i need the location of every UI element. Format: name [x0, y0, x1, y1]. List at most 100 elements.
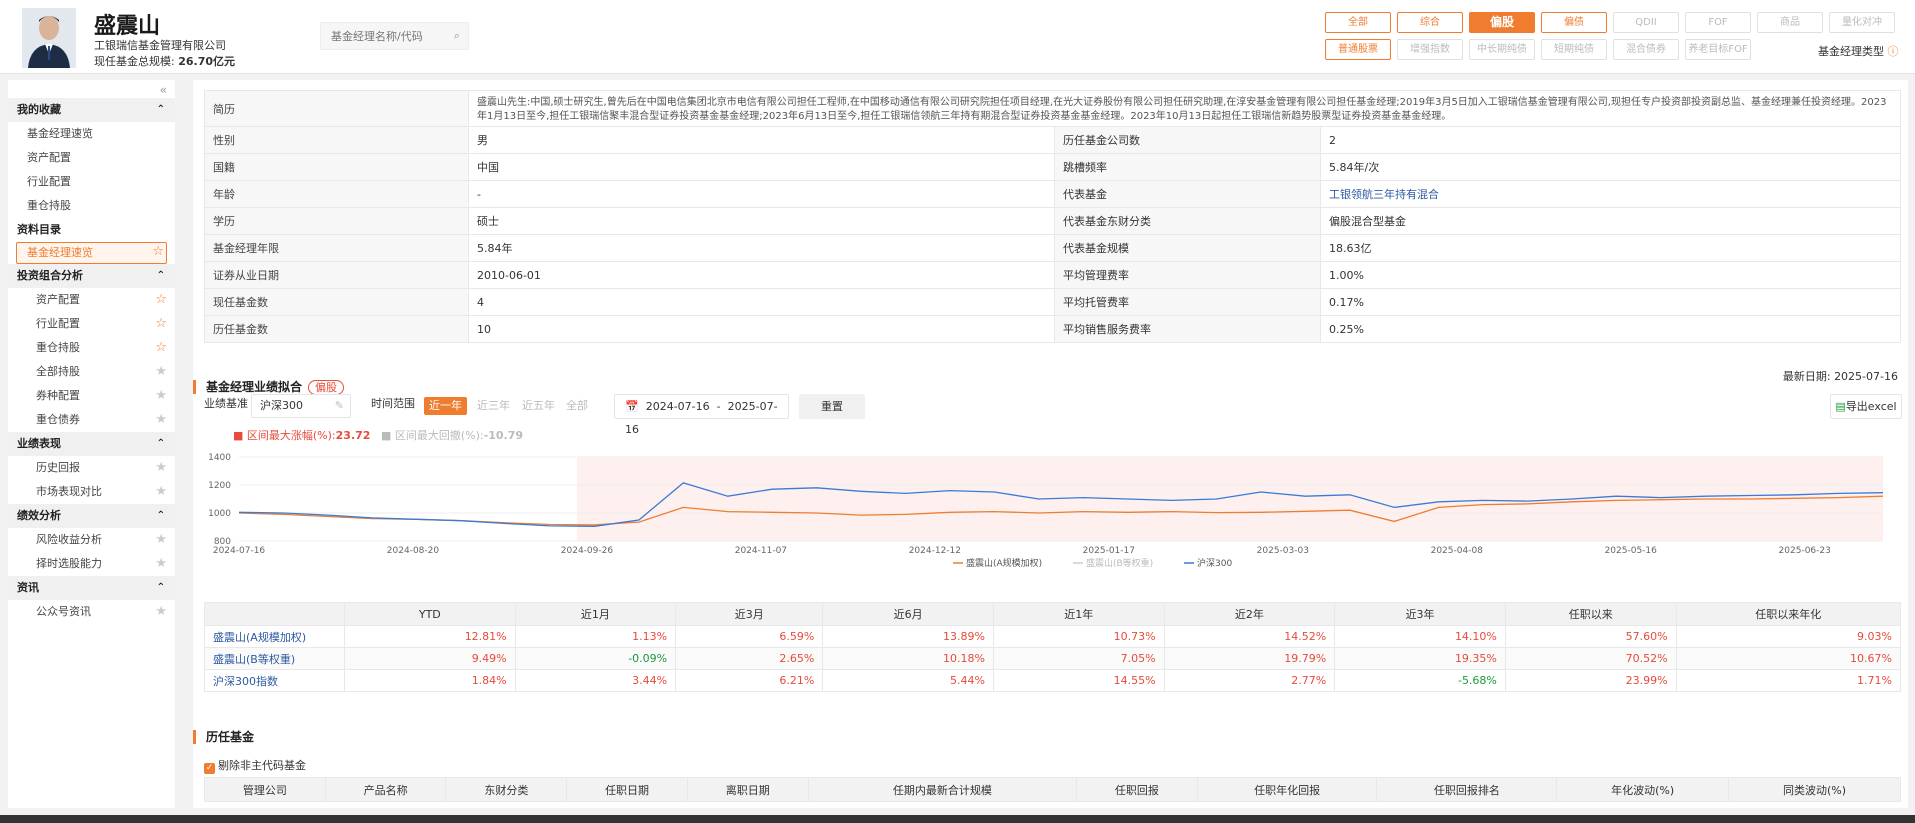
column-header: 任期内最新合计规模 — [807, 777, 1077, 802]
representative-fund-link[interactable]: 工银领航三年持有混合 — [1329, 188, 1439, 201]
y-tick-label: 1000 — [208, 509, 231, 519]
filter-button[interactable]: 量化对冲 — [1829, 12, 1895, 33]
filter-button[interactable]: 偏股 — [1469, 12, 1535, 33]
filter-button[interactable]: 全部 — [1325, 12, 1391, 33]
sidebar-item[interactable]: 全部持股 ★ — [8, 360, 175, 384]
filter-button[interactable]: 普通股票 — [1325, 39, 1391, 60]
sidebar-group-group2[interactable]: 业绩表现 ⌃ — [8, 432, 175, 456]
star-icon[interactable]: ★ — [155, 408, 167, 432]
star-icon[interactable]: ☆ — [155, 288, 167, 312]
sidebar-item[interactable]: 公众号资讯 ★ — [8, 600, 175, 624]
info-cell: 平均托管费率 — [1054, 288, 1321, 316]
perf-title-text: 基金经理业绩拟合 — [206, 380, 303, 394]
table-row: 性别男历任基金公司数 2 — [204, 126, 1901, 154]
filter-button[interactable]: 短期纯债 — [1541, 39, 1607, 60]
date-range-picker[interactable]: 📅 2024-07-16 - 2025-07-16 — [614, 394, 789, 436]
table-row: 沪深300指数 1.84% 3.44% 6.21% 5.44% 14.55% 2.77% -5… — [204, 669, 1902, 692]
filter-button[interactable]: 中长期纯债 — [1469, 39, 1535, 60]
filter-button[interactable]: 养老目标FOF — [1685, 39, 1751, 60]
sidebar-favorite-item[interactable]: 资产配置 — [8, 146, 175, 170]
star-icon[interactable]: ★ — [155, 456, 167, 480]
sidebar-item[interactable]: 择时选股能力 ★ — [8, 552, 175, 576]
info-cell: 5.84年/次 — [1320, 153, 1901, 181]
filter-button[interactable]: QDII — [1613, 12, 1679, 33]
sidebar-group-group4[interactable]: 资讯 ⌃ — [8, 576, 175, 600]
help-icon[interactable]: ⓘ — [1888, 45, 1899, 58]
sidebar-item-overview[interactable]: 基金经理速览 ☆ — [16, 242, 167, 264]
reset-button[interactable]: 重置 — [799, 394, 865, 419]
star-icon[interactable]: ★ — [155, 552, 167, 576]
filter-button[interactable]: FOF — [1685, 12, 1751, 33]
sidebar-group-group1[interactable]: 投资组合分析 ⌃ — [8, 264, 175, 288]
resume-text: 盛震山先生:中国,硕士研究生,曾先后在中国电信集团北京市电信有限公司担任工程师,… — [468, 90, 1901, 127]
sidebar-favorite-item[interactable]: 重仓持股 — [8, 194, 175, 218]
x-tick-label: 2024-08-20 — [387, 546, 440, 556]
star-icon[interactable]: ★ — [155, 600, 167, 624]
range-all[interactable]: 全部 — [561, 397, 593, 415]
range-5y[interactable]: 近五年 — [517, 397, 560, 415]
column-header: 近1月 — [514, 602, 677, 626]
sidebar-item[interactable]: 重仓债券 ★ — [8, 408, 175, 432]
series-name-link[interactable]: 沪深300指数 — [204, 669, 345, 692]
star-icon[interactable]: ★ — [155, 480, 167, 504]
filter-button[interactable]: 偏债 — [1541, 12, 1607, 33]
filter-button[interactable]: 增强指数 — [1397, 39, 1463, 60]
search-input[interactable] — [321, 23, 441, 49]
sidebar-item-label: 公众号资讯 — [36, 605, 91, 618]
star-icon[interactable]: ☆ — [155, 336, 167, 360]
chevron-up-icon: ⌃ — [156, 510, 165, 521]
perf-value: 23.99% — [1504, 669, 1677, 692]
chevron-up-icon: ⌃ — [156, 270, 165, 281]
legend-label: 沪深300 — [1197, 557, 1232, 569]
sidebar-favorite-item[interactable]: 行业配置 — [8, 170, 175, 194]
max-up-stat[interactable]: ■ 区间最大涨幅(%):23.72 — [233, 427, 370, 443]
column-header: 任职日期 — [566, 777, 688, 802]
table-row: 年龄 - 代表基金 工银领航三年持有混合 — [204, 180, 1901, 208]
sidebar-item[interactable]: 重仓持股 ☆ — [8, 336, 175, 360]
sidebar-item[interactable]: 券种配置 ★ — [8, 384, 175, 408]
sidebar-item-label: 历史回报 — [36, 461, 80, 474]
star-icon[interactable]: ★ — [155, 384, 167, 408]
search-icon[interactable]: ⌕ — [454, 29, 460, 43]
perf-value: 2.77% — [1163, 669, 1336, 692]
manager-name: 盛震山 — [94, 14, 161, 39]
column-header: 任职以来年化 — [1675, 602, 1902, 626]
filter-button[interactable]: 综合 — [1397, 12, 1463, 33]
exclude-nonmain-checkbox[interactable]: ✓ 剔除非主代码基金 — [204, 757, 306, 774]
max-down-stat[interactable]: ■ 区间最大回撤(%):-10.79 — [381, 427, 523, 443]
edit-icon[interactable]: ✎ — [335, 395, 344, 417]
sidebar-group-favorites[interactable]: 我的收藏 ⌃ — [8, 98, 175, 122]
column-header: 近2年 — [1163, 602, 1336, 626]
info-cell: 基金经理年限 — [204, 234, 469, 262]
perf-value: 6.21% — [675, 669, 824, 692]
sidebar-item[interactable]: 资产配置 ☆ — [8, 288, 175, 312]
series-name-link[interactable]: 盛震山(A规模加权) — [204, 625, 345, 648]
star-icon[interactable]: ☆ — [152, 242, 164, 262]
range-3y[interactable]: 近三年 — [472, 397, 515, 415]
table-row: 简历 盛震山先生:中国,硕士研究生,曾先后在中国电信集团北京市电信有限公司担任工… — [204, 90, 1901, 127]
star-icon[interactable]: ☆ — [155, 312, 167, 336]
sidebar-group-title: 投资组合分析 — [17, 269, 83, 282]
range-1y[interactable]: 近一年 — [424, 397, 467, 415]
column-header: 任职回报 — [1075, 777, 1198, 802]
sidebar-item[interactable]: 历史回报 ★ — [8, 456, 175, 480]
manager-type-label[interactable]: 基金经理类型 ⓘ — [1818, 43, 1899, 59]
bench-select[interactable]: 沪深300 ✎ — [251, 394, 351, 418]
collapse-icon[interactable]: « — [160, 83, 167, 97]
filter-button[interactable]: 商品 — [1757, 12, 1823, 33]
star-icon[interactable]: ★ — [155, 360, 167, 384]
x-tick-label: 2024-12-12 — [909, 546, 961, 556]
series-name-link[interactable]: 盛震山(B等权重) — [204, 647, 345, 670]
sidebar-favorite-item[interactable]: 基金经理速览 — [8, 122, 175, 146]
sidebar-group-group3[interactable]: 绩效分析 ⌃ — [8, 504, 175, 528]
max-down-value: -10.79 — [483, 429, 523, 442]
perf-value: 2.65% — [675, 647, 824, 670]
star-icon[interactable]: ★ — [155, 528, 167, 552]
sidebar-item-label: 重仓持股 — [36, 341, 80, 354]
sidebar-item[interactable]: 行业配置 ☆ — [8, 312, 175, 336]
filter-button[interactable]: 混合债券 — [1613, 39, 1679, 60]
sidebar-item[interactable]: 市场表现对比 ★ — [8, 480, 175, 504]
export-excel-button[interactable]: ▤导出excel — [1830, 394, 1902, 419]
sidebar-item[interactable]: 风险收益分析 ★ — [8, 528, 175, 552]
x-tick-label: 2025-04-08 — [1431, 546, 1484, 556]
